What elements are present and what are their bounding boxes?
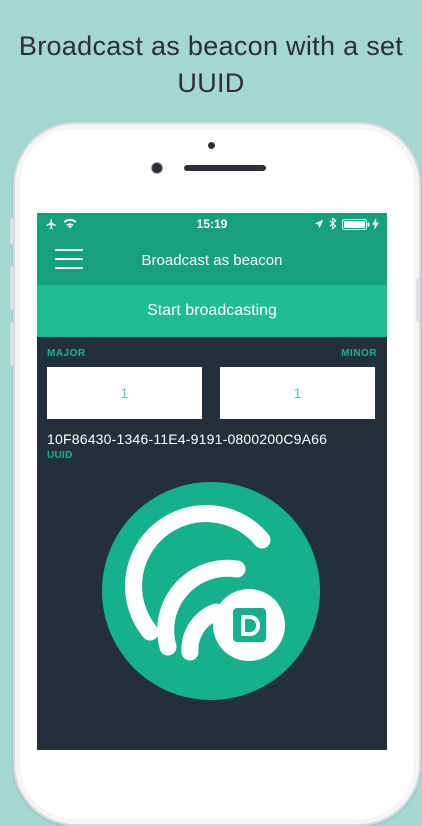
nav-bar: Broadcast as beacon: [37, 235, 387, 285]
charging-bolt-icon: [372, 218, 379, 230]
beacon-broadcast-icon: [102, 482, 320, 700]
minor-input[interactable]: [220, 367, 375, 419]
phone-volume-down: [10, 322, 13, 366]
phone-volume-up: [10, 266, 13, 310]
promo-headline: Broadcast as beacon with a set UUID: [0, 28, 422, 102]
minor-label: MINOR: [341, 348, 377, 359]
phone-power-button: [416, 278, 419, 322]
phone-proximity-sensor: [208, 142, 215, 149]
location-arrow-icon: [314, 219, 324, 229]
app-screen: 15:19 Broadcast as beacon Start broadcas…: [37, 213, 387, 750]
battery-icon: [342, 219, 370, 230]
start-broadcasting-button[interactable]: Start broadcasting: [37, 285, 387, 337]
status-bar: 15:19: [37, 213, 387, 235]
uuid-label: UUID: [47, 450, 73, 461]
major-label: MAJOR: [47, 348, 86, 359]
phone-mute-switch: [10, 218, 13, 244]
phone-earpiece: [184, 165, 266, 171]
bluetooth-icon: [329, 217, 337, 230]
nav-title: Broadcast as beacon: [141, 252, 283, 269]
promo-headline-line-2: UUID: [177, 68, 245, 98]
phone-front-camera: [152, 163, 162, 173]
uuid-value[interactable]: 10F86430-1346-11E4-9191-0800200C9A66: [47, 431, 327, 447]
promo-headline-line-1: Broadcast as beacon with a set: [18, 31, 404, 61]
major-input[interactable]: [47, 367, 202, 419]
